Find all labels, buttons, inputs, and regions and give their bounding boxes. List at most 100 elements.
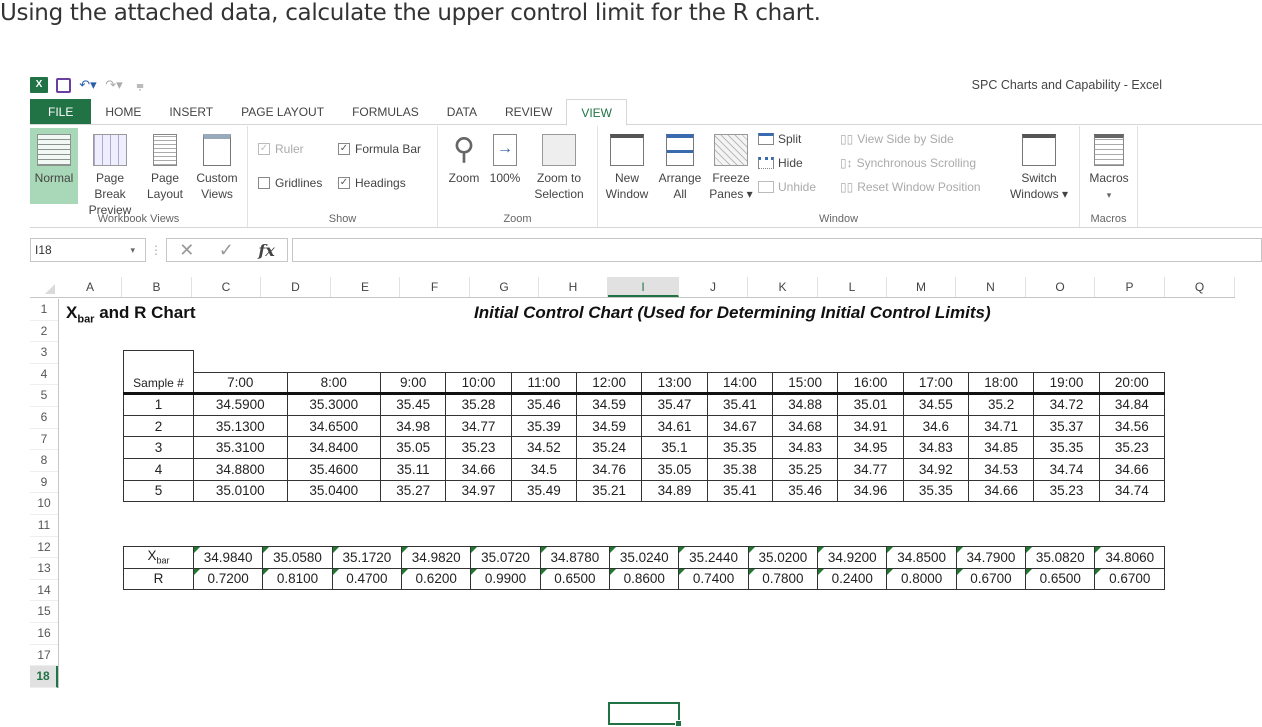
time-header[interactable]: 8:00: [286, 371, 382, 396]
time-header[interactable]: 15:00: [771, 371, 839, 396]
page-layout-button[interactable]: Page Layout: [144, 128, 186, 202]
row-header-10[interactable]: 10: [30, 493, 58, 515]
select-all-corner[interactable]: [30, 277, 59, 297]
measurement-cell[interactable]: 34.5900: [193, 393, 288, 416]
column-header-g[interactable]: G: [470, 277, 539, 297]
measurement-cell[interactable]: 34.5: [510, 457, 578, 481]
column-header-i[interactable]: I: [608, 277, 679, 297]
headings-checkbox[interactable]: ✓ Headings: [338, 176, 406, 190]
undo-icon[interactable]: ↶▾: [79, 77, 97, 93]
tab-data[interactable]: DATA: [433, 99, 491, 124]
freeze-panes-button[interactable]: Freeze Panes ▾: [706, 128, 756, 202]
measurement-cell[interactable]: 35.05: [380, 436, 447, 459]
xbar-cell[interactable]: 35.0820: [1025, 546, 1096, 569]
measurement-cell[interactable]: 34.91: [837, 414, 904, 438]
measurement-cell[interactable]: 34.66: [967, 479, 1035, 503]
range-cell[interactable]: 0.2400: [817, 567, 888, 591]
row-header-15[interactable]: 15: [30, 601, 58, 623]
selected-cell-I18[interactable]: [608, 702, 682, 727]
time-header[interactable]: 9:00: [380, 371, 447, 396]
measurement-cell[interactable]: 35.3100: [193, 436, 288, 459]
column-header-e[interactable]: E: [331, 277, 400, 297]
time-header[interactable]: 7:00: [193, 371, 288, 396]
formula-input[interactable]: [292, 238, 1262, 262]
tab-formulas[interactable]: FORMULAS: [338, 99, 433, 124]
tab-home[interactable]: HOME: [91, 99, 155, 124]
measurement-cell[interactable]: 35.35: [706, 436, 774, 459]
xbar-cell[interactable]: 34.8500: [886, 546, 957, 569]
sample-number[interactable]: 2: [123, 414, 194, 438]
xbar-cell[interactable]: 34.9840: [192, 546, 264, 569]
range-cell[interactable]: 0.7200: [192, 567, 264, 591]
time-header[interactable]: 11:00: [510, 371, 578, 396]
row-header-6[interactable]: 6: [30, 407, 58, 429]
hide-button[interactable]: Hide: [758, 156, 803, 170]
range-cell[interactable]: 0.6500: [1025, 567, 1096, 591]
gridlines-checkbox[interactable]: Gridlines: [258, 176, 322, 190]
measurement-cell[interactable]: 35.47: [641, 393, 708, 416]
tab-page-layout[interactable]: PAGE LAYOUT: [227, 99, 338, 124]
xbar-cell[interactable]: 35.0580: [262, 546, 333, 569]
row-header-9[interactable]: 9: [30, 472, 58, 494]
range-cell[interactable]: 0.8000: [886, 567, 957, 591]
macros-button[interactable]: Macros ▾: [1086, 128, 1132, 203]
time-header[interactable]: 10:00: [445, 371, 512, 396]
enter-check-icon[interactable]: ✓: [219, 240, 234, 261]
column-header-d[interactable]: D: [261, 277, 331, 297]
measurement-cell[interactable]: 35.3000: [286, 393, 382, 416]
column-header-o[interactable]: O: [1026, 277, 1095, 297]
measurement-cell[interactable]: 35.21: [576, 479, 643, 503]
xbar-cell[interactable]: 34.7900: [955, 546, 1027, 569]
row-header-18[interactable]: 18: [30, 666, 58, 688]
tab-review[interactable]: REVIEW: [491, 99, 566, 124]
row-header-2[interactable]: 2: [30, 321, 58, 343]
tab-view[interactable]: VIEW: [566, 99, 627, 126]
time-header[interactable]: 13:00: [641, 371, 708, 396]
measurement-cell[interactable]: 34.85: [967, 436, 1035, 459]
measurement-cell[interactable]: 35.45: [380, 393, 447, 416]
measurement-cell[interactable]: 34.52: [510, 436, 578, 459]
range-cell[interactable]: 0.7800: [747, 567, 819, 591]
measurement-cell[interactable]: 35.0400: [286, 479, 382, 503]
row-header-13[interactable]: 13: [30, 558, 58, 580]
time-header[interactable]: 12:00: [576, 371, 643, 396]
measurement-cell[interactable]: 35.23: [445, 436, 512, 459]
measurement-cell[interactable]: 34.56: [1098, 414, 1166, 438]
xbar-cell[interactable]: 34.8780: [539, 546, 611, 569]
xbar-cell[interactable]: 35.2440: [678, 546, 749, 569]
time-header[interactable]: 16:00: [837, 371, 904, 396]
measurement-cell[interactable]: 34.59: [576, 393, 643, 416]
time-header[interactable]: 14:00: [706, 371, 774, 396]
measurement-cell[interactable]: 34.74: [1098, 479, 1166, 503]
view-side-by-side-button[interactable]: ▯▯ View Side by Side: [840, 132, 954, 146]
sample-number[interactable]: 5: [123, 479, 194, 503]
sample-number[interactable]: 3: [123, 436, 194, 459]
column-header-n[interactable]: N: [956, 277, 1026, 297]
ruler-checkbox[interactable]: ✓ Ruler: [258, 142, 304, 156]
measurement-cell[interactable]: 35.38: [706, 457, 774, 481]
measurement-cell[interactable]: 35.46: [771, 479, 839, 503]
page-break-preview-button[interactable]: Page Break Preview: [80, 128, 140, 218]
measurement-cell[interactable]: 34.66: [1098, 457, 1166, 481]
column-header-k[interactable]: K: [748, 277, 818, 297]
time-header[interactable]: 20:00: [1098, 371, 1166, 396]
measurement-cell[interactable]: 35.0100: [193, 479, 288, 503]
measurement-cell[interactable]: 35.39: [510, 414, 578, 438]
measurement-cell[interactable]: 35.27: [380, 479, 447, 503]
row-header-16[interactable]: 16: [30, 623, 58, 645]
measurement-cell[interactable]: 35.4600: [286, 457, 382, 481]
measurement-cell[interactable]: 34.53: [967, 457, 1035, 481]
measurement-cell[interactable]: 34.72: [1033, 393, 1100, 416]
measurement-cell[interactable]: 34.98: [380, 414, 447, 438]
zoom-to-selection-button[interactable]: Zoom to Selection: [528, 128, 590, 202]
measurement-cell[interactable]: 35.1: [641, 436, 708, 459]
arrange-all-button[interactable]: Arrange All: [654, 128, 706, 202]
measurement-cell[interactable]: 34.74: [1033, 457, 1100, 481]
measurement-cell[interactable]: 35.35: [902, 479, 969, 503]
column-header-h[interactable]: H: [539, 277, 608, 297]
column-header-c[interactable]: C: [192, 277, 261, 297]
zoom-button[interactable]: ⚲ Zoom: [444, 128, 484, 186]
synchronous-scrolling-button[interactable]: ▯↕ Synchronous Scrolling: [840, 156, 976, 170]
row-header-5[interactable]: 5: [30, 385, 58, 407]
range-cell[interactable]: 0.4700: [331, 567, 403, 591]
